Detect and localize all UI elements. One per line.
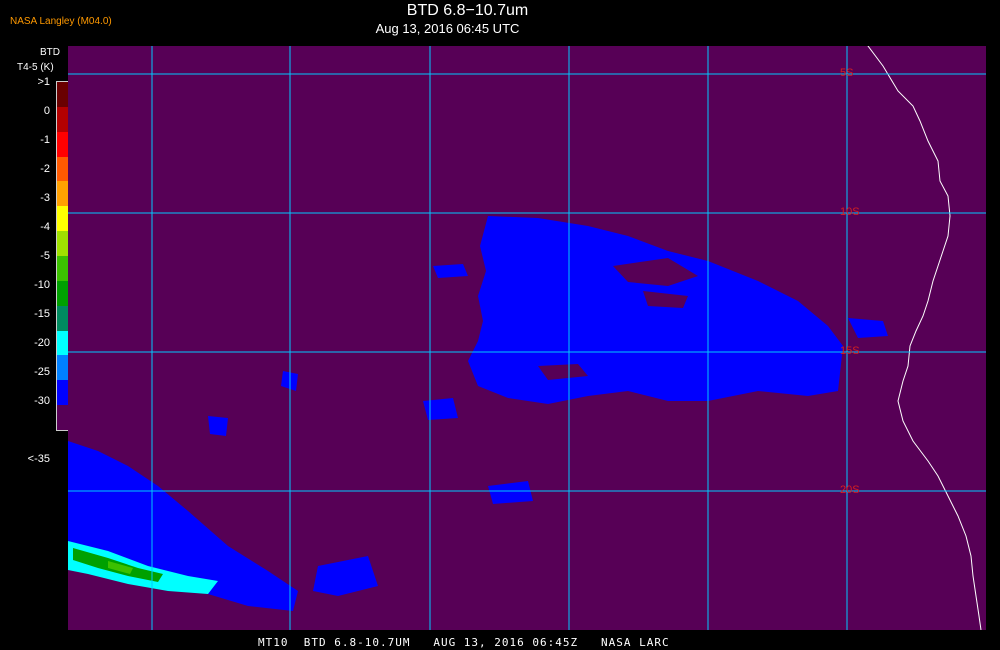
legend-label: -30 <box>34 395 50 407</box>
main-cloud-mass <box>468 216 843 404</box>
longitude-label: 5W <box>424 46 441 47</box>
legend-label: -4 <box>40 221 50 233</box>
cloud-layer <box>68 216 888 611</box>
latitude-label: 15S <box>840 345 860 357</box>
longitude-label: 5E <box>702 46 715 47</box>
latitude-label: 10S <box>840 206 860 218</box>
legend-label: 0 <box>43 105 50 117</box>
legend-title: BTD <box>40 47 60 58</box>
legend-label: -1 <box>40 134 50 146</box>
legend-label: -20 <box>34 337 50 349</box>
coastline <box>867 46 982 630</box>
legend-label: >1 <box>37 76 50 88</box>
cloud-fragment <box>488 481 533 504</box>
longitude-label: 0 <box>563 46 569 47</box>
map-subtitle: Aug 13, 2016 06:45 UTC <box>375 21 520 36</box>
map-frame[interactable]: 15W 10W 5W 0 5E 10E 5S 10S 15S 20S <box>68 46 986 630</box>
satellite-map <box>68 46 986 630</box>
cloud-fragment <box>848 318 888 338</box>
longitude-label: 15W <box>146 46 169 47</box>
legend-label: -2 <box>40 163 50 175</box>
map-title: BTD 6.8−10.7um <box>406 2 529 19</box>
cloud-fragment <box>433 264 468 278</box>
legend-label: -3 <box>40 192 50 204</box>
latitude-label: 5S <box>840 67 854 79</box>
legend-label: -10 <box>34 279 50 291</box>
cloud-fragment <box>313 556 378 596</box>
legend-label: -15 <box>34 308 50 320</box>
legend-label: -5 <box>40 250 50 262</box>
latitude-label: 20S <box>840 484 860 496</box>
africa-coastline <box>867 46 982 630</box>
legend-unit: T4-5 (K) <box>17 62 54 73</box>
footer-caption: MT10 BTD 6.8-10.7UM AUG 13, 2016 06:45Z … <box>258 636 670 649</box>
longitude-label: 10E <box>841 46 861 47</box>
legend-label: -25 <box>34 366 50 378</box>
legend-label: <-35 <box>27 453 50 465</box>
longitude-label: 10W <box>284 46 307 47</box>
cloud-fragment <box>423 398 458 420</box>
cloud-fragment <box>208 416 228 436</box>
